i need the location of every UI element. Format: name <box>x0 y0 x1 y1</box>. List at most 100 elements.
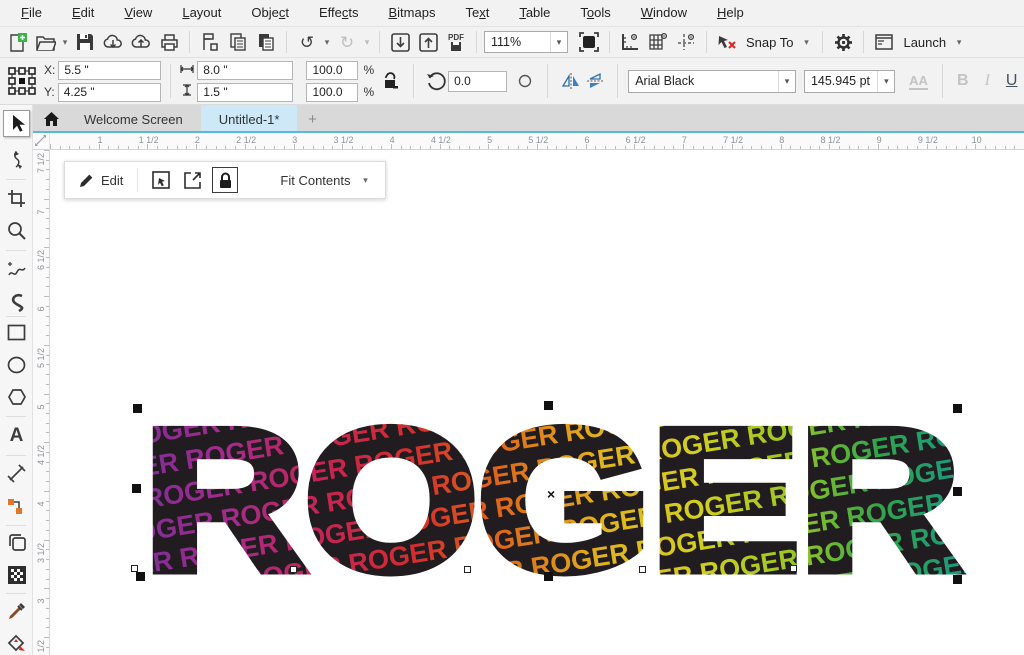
zoom-tool[interactable] <box>3 217 30 244</box>
dimension-tool[interactable] <box>3 460 30 487</box>
home-icon[interactable] <box>36 105 66 133</box>
x-position-field[interactable]: 5.5 " <box>58 61 161 80</box>
launch-icon[interactable] <box>871 29 897 55</box>
selection-handle-bottom-right[interactable] <box>953 575 962 584</box>
launch-dropdown[interactable]: Launch ▾ <box>899 35 968 50</box>
menu-item-effects[interactable]: Effects <box>304 0 374 26</box>
redo-dropdown-caret[interactable]: ▾ <box>362 37 372 48</box>
menu-item-bitmaps[interactable]: Bitmaps <box>373 0 450 26</box>
object-origin-anchor-grid[interactable] <box>6 64 38 98</box>
redo-icon[interactable]: ↻ <box>340 34 354 51</box>
new-document-icon[interactable] <box>4 29 30 55</box>
font-size-caret[interactable]: ▾ <box>877 71 894 92</box>
selection-center-mark[interactable]: × <box>547 487 555 501</box>
ellipse-tool[interactable] <box>3 351 30 378</box>
artistic-media-tool[interactable] <box>3 289 30 316</box>
menu-item-file[interactable]: File <box>6 0 57 26</box>
cloud-upload-icon[interactable] <box>128 29 154 55</box>
object-height-field[interactable]: 1.5 " <box>197 83 293 102</box>
scale-vertical-field[interactable]: 100.0 <box>306 83 358 102</box>
text-properties-icon[interactable]: AA <box>903 68 933 94</box>
bold-button[interactable]: B <box>951 68 975 94</box>
glyph-node-o[interactable] <box>290 566 297 573</box>
menu-item-table[interactable]: Table <box>504 0 565 26</box>
lock-contents-icon[interactable] <box>212 167 238 193</box>
grid-toggle-icon[interactable] <box>645 29 671 55</box>
menu-item-layout[interactable]: Layout <box>167 0 236 26</box>
tab-untitled-1[interactable]: Untitled-1* <box>201 105 298 133</box>
guidelines-toggle-icon[interactable] <box>673 29 699 55</box>
connector-tool[interactable] <box>3 493 30 520</box>
menu-item-view[interactable]: View <box>109 0 167 26</box>
transparency-tool[interactable] <box>3 561 30 588</box>
vertical-ruler[interactable]: 7 1/276 1/265 1/254 1/243 1/232 1/2 <box>33 150 50 655</box>
font-size-combobox[interactable]: 145.945 pt ▾ <box>804 70 895 93</box>
open-icon[interactable] <box>32 29 58 55</box>
object-width-field[interactable]: 8.0 " <box>197 61 293 80</box>
undo-dropdown-caret[interactable]: ▾ <box>322 37 332 48</box>
glyph-node-r2[interactable] <box>790 565 797 572</box>
import-icon[interactable] <box>387 29 413 55</box>
underline-button[interactable]: U <box>999 68 1023 94</box>
full-screen-preview-icon[interactable] <box>576 29 602 55</box>
pick-tool[interactable] <box>3 110 30 137</box>
glyph-node-e[interactable] <box>639 566 646 573</box>
new-tab-button[interactable]: + <box>297 105 327 133</box>
text-tool[interactable]: A <box>3 422 30 449</box>
menu-item-help[interactable]: Help <box>702 0 759 26</box>
print-icon[interactable] <box>156 29 182 55</box>
rulers-toggle-icon[interactable] <box>617 29 643 55</box>
horizontal-ruler[interactable]: 11 1/222 1/233 1/244 1/255 1/266 1/277 1… <box>50 133 1024 150</box>
glyph-node-r1[interactable] <box>131 565 138 572</box>
undo-icon[interactable]: ↺ <box>300 34 314 51</box>
menu-item-window[interactable]: Window <box>626 0 702 26</box>
shape-tool[interactable] <box>3 146 30 173</box>
menu-item-object[interactable]: Object <box>236 0 304 26</box>
paste-icon[interactable] <box>253 29 279 55</box>
font-family-caret[interactable]: ▾ <box>778 71 795 92</box>
lock-ratio-icon[interactable] <box>378 68 402 94</box>
export-icon[interactable] <box>415 29 441 55</box>
crop-tool[interactable] <box>3 185 30 212</box>
y-position-field[interactable]: 4.25 " <box>58 83 161 102</box>
rectangle-tool[interactable] <box>3 319 30 346</box>
menu-item-edit[interactable]: Edit <box>57 0 109 26</box>
glyph-node-g[interactable] <box>464 566 471 573</box>
italic-button[interactable]: I <box>975 68 999 94</box>
drawing-canvas[interactable]: Edit Fit Contents ▾ <box>50 150 1024 655</box>
color-eyedropper-tool[interactable] <box>3 598 30 625</box>
cut-icon[interactable] <box>197 29 223 55</box>
select-contents-icon[interactable] <box>148 167 174 193</box>
drop-shadow-tool[interactable] <box>3 529 30 556</box>
font-family-combobox[interactable]: Arial Black ▾ <box>628 70 796 93</box>
selection-handle-middle-left[interactable] <box>132 484 141 493</box>
tab-welcome-screen[interactable]: Welcome Screen <box>66 105 201 133</box>
scale-horizontal-field[interactable]: 100.0 <box>306 61 358 80</box>
selection-handle-top-right[interactable] <box>953 404 962 413</box>
mirror-vertical-icon[interactable] <box>583 68 607 94</box>
copy-icon[interactable] <box>225 29 251 55</box>
selection-handle-top-middle[interactable] <box>544 401 553 410</box>
selection-handle-bottom-middle[interactable] <box>544 572 553 581</box>
save-icon[interactable] <box>72 29 98 55</box>
selection-handle-bottom-left[interactable] <box>136 572 145 581</box>
mirror-horizontal-icon[interactable] <box>558 68 582 94</box>
selection-handle-top-left[interactable] <box>133 404 142 413</box>
selection-handle-middle-right[interactable] <box>953 487 962 496</box>
options-gear-icon[interactable] <box>830 29 856 55</box>
polygon-tool[interactable] <box>3 383 30 410</box>
snap-off-icon[interactable] <box>714 29 740 55</box>
extract-contents-icon[interactable] <box>180 167 206 193</box>
zoom-level-caret[interactable]: ▾ <box>550 32 567 52</box>
roger-text-object[interactable]: ROGER ROGER ROGER ROGER ROGER ROGER ROGE… <box>140 408 972 588</box>
interactive-fill-tool[interactable] <box>3 630 30 655</box>
cloud-download-icon[interactable] <box>100 29 126 55</box>
menu-item-tools[interactable]: Tools <box>565 0 625 26</box>
fit-contents-dropdown[interactable]: Fit Contents ▾ <box>276 173 374 188</box>
publish-pdf-icon[interactable]: PDF <box>443 29 469 55</box>
freehand-tool[interactable] <box>3 257 30 284</box>
snap-to-dropdown[interactable]: Snap To ▾ <box>742 35 815 50</box>
open-dropdown-caret[interactable]: ▾ <box>60 37 70 48</box>
powerclip-edit-button[interactable]: Edit <box>75 173 127 188</box>
rotation-angle-field[interactable]: 0.0 <box>448 71 507 92</box>
